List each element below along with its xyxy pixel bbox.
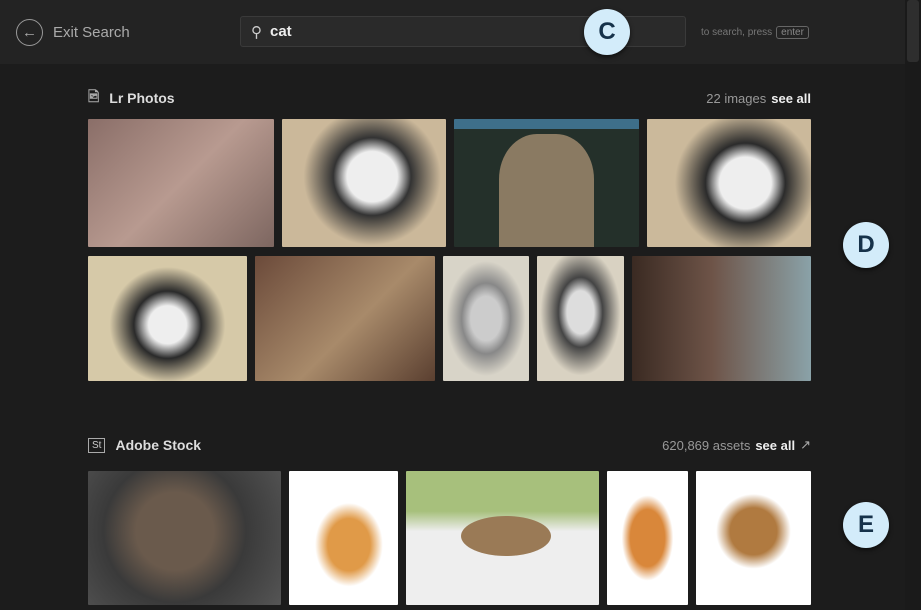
search-input[interactable] (270, 23, 570, 40)
photos-icon: 🖻 (88, 88, 100, 104)
photo-thumbnail[interactable] (454, 119, 639, 247)
stock-thumbnail[interactable] (607, 471, 688, 605)
exit-search-button[interactable]: ← Exit Search (16, 19, 130, 46)
callout-c: C (584, 9, 630, 55)
search-hint: to search, press enter (701, 26, 809, 39)
callout-d: D (843, 222, 889, 268)
lr-photos-header: 🖻 Lr Photos 22 images see all (88, 86, 811, 110)
external-link-icon[interactable]: ↗ (800, 437, 811, 453)
exit-search-label: Exit Search (53, 24, 130, 41)
section-title: Lr Photos (109, 90, 175, 106)
image-count: 22 images (706, 90, 767, 106)
adobe-stock-header: St Adobe Stock 620,869 assets see all ↗ (88, 437, 811, 453)
enter-key-badge: enter (776, 26, 809, 39)
stock-thumbnail[interactable] (289, 471, 398, 605)
stock-icon: St (88, 437, 106, 453)
see-all-link[interactable]: see all (771, 91, 811, 106)
photo-thumbnail[interactable] (282, 119, 446, 247)
photo-thumbnail[interactable] (443, 256, 529, 381)
photo-thumbnail[interactable] (88, 119, 274, 247)
stock-thumbnail[interactable] (406, 471, 599, 605)
see-all-link[interactable]: see all (755, 438, 795, 453)
stock-thumbnail[interactable] (696, 471, 811, 605)
back-arrow-icon: ← (16, 19, 43, 46)
photo-thumbnail[interactable] (255, 256, 435, 381)
hint-text: to search, press (701, 27, 773, 38)
photo-thumbnail[interactable] (632, 256, 811, 381)
asset-count: 620,869 assets (662, 437, 751, 453)
photo-thumbnail[interactable] (537, 256, 624, 381)
stock-thumbnail[interactable] (88, 471, 281, 605)
photo-thumbnail[interactable] (88, 256, 247, 381)
scrollbar-thumb[interactable] (907, 0, 919, 62)
callout-e: E (843, 502, 889, 548)
search-icon: ⚲ (251, 23, 262, 41)
scrollbar[interactable] (905, 0, 921, 610)
photo-thumbnail[interactable] (647, 119, 811, 247)
section-title: Adobe Stock (115, 437, 202, 453)
header: ← Exit Search ⚲ to search, press enter (0, 0, 905, 64)
